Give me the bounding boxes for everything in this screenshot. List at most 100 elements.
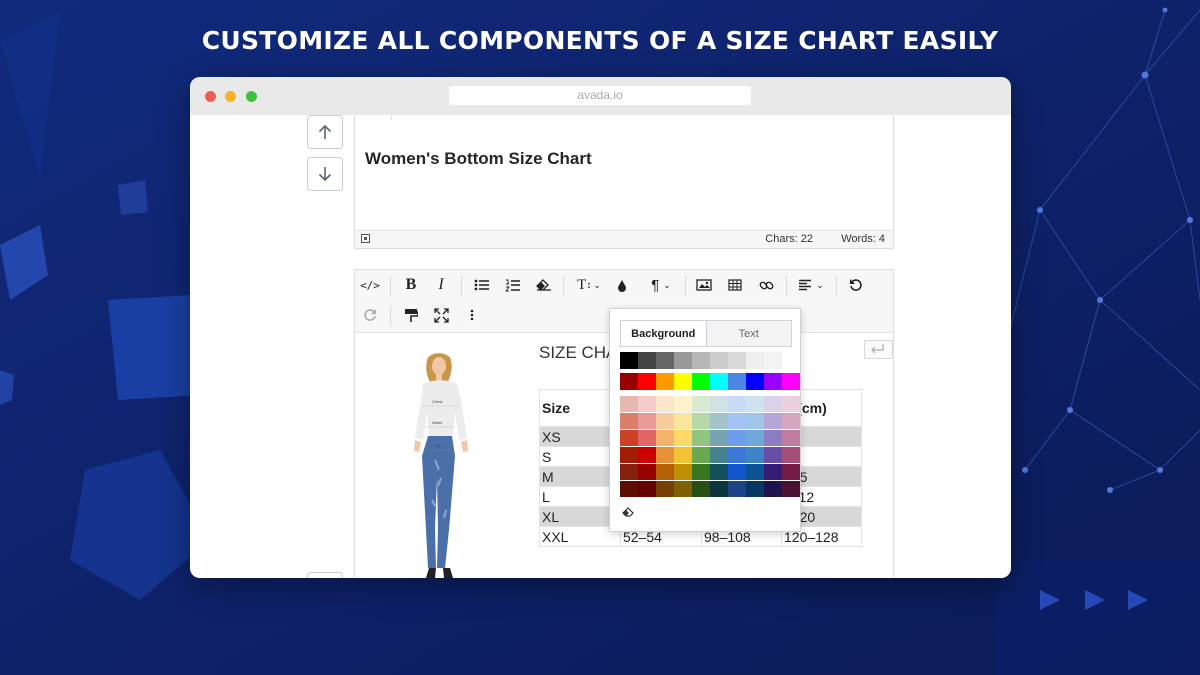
color-swatch[interactable] bbox=[674, 373, 692, 390]
tab-background[interactable]: Background bbox=[621, 321, 707, 346]
color-swatch[interactable] bbox=[782, 373, 800, 390]
title-editor[interactable]: Women's Bottom Size Chart Chars: 22 Word… bbox=[354, 115, 894, 249]
color-swatch[interactable] bbox=[674, 481, 692, 497]
address-bar[interactable]: avada.io bbox=[449, 86, 751, 105]
color-swatch[interactable] bbox=[638, 352, 656, 369]
color-swatch[interactable] bbox=[728, 352, 746, 369]
color-swatch[interactable] bbox=[782, 396, 800, 412]
color-swatch[interactable] bbox=[782, 413, 800, 429]
color-swatch[interactable] bbox=[692, 352, 710, 369]
color-swatch[interactable] bbox=[692, 447, 710, 463]
color-swatch[interactable] bbox=[746, 464, 764, 480]
enter-icon[interactable] bbox=[864, 340, 893, 359]
color-swatch[interactable] bbox=[620, 352, 638, 369]
color-swatch[interactable] bbox=[764, 396, 782, 412]
color-swatch[interactable] bbox=[764, 430, 782, 446]
maximize-window-button[interactable] bbox=[246, 91, 257, 102]
color-swatch[interactable] bbox=[746, 396, 764, 412]
bold-icon[interactable]: B bbox=[403, 274, 419, 296]
align-icon[interactable]: ⌄ bbox=[796, 274, 826, 296]
code-view-icon[interactable]: </> bbox=[360, 274, 380, 296]
tab-text[interactable]: Text bbox=[706, 321, 791, 346]
color-swatch[interactable] bbox=[764, 373, 782, 390]
color-swatch[interactable] bbox=[710, 373, 728, 390]
italic-icon[interactable]: I bbox=[433, 274, 449, 296]
color-swatch[interactable] bbox=[710, 352, 728, 369]
text-color-icon[interactable] bbox=[615, 274, 629, 296]
color-swatch[interactable] bbox=[638, 464, 656, 480]
color-swatch[interactable] bbox=[620, 396, 638, 412]
color-swatch[interactable] bbox=[782, 430, 800, 446]
color-swatch[interactable] bbox=[620, 447, 638, 463]
color-swatch[interactable] bbox=[656, 447, 674, 463]
color-swatch[interactable] bbox=[746, 352, 764, 369]
color-swatch[interactable] bbox=[764, 352, 782, 369]
color-swatch[interactable] bbox=[728, 447, 746, 463]
close-window-button[interactable] bbox=[205, 91, 216, 102]
bottom-control-button[interactable] bbox=[307, 572, 343, 578]
color-swatch[interactable] bbox=[746, 430, 764, 446]
color-swatch[interactable] bbox=[764, 447, 782, 463]
color-swatch[interactable] bbox=[710, 396, 728, 412]
color-swatch[interactable] bbox=[746, 447, 764, 463]
color-swatch[interactable] bbox=[782, 352, 800, 369]
numbered-list-icon[interactable] bbox=[504, 274, 522, 296]
insert-table-icon[interactable] bbox=[726, 274, 744, 296]
color-swatch[interactable] bbox=[620, 464, 638, 480]
insert-link-icon[interactable] bbox=[757, 274, 775, 296]
color-swatch[interactable] bbox=[710, 464, 728, 480]
color-swatch[interactable] bbox=[710, 447, 728, 463]
color-swatch[interactable] bbox=[728, 396, 746, 412]
color-swatch[interactable] bbox=[728, 481, 746, 497]
color-swatch[interactable] bbox=[638, 430, 656, 446]
color-swatch[interactable] bbox=[620, 413, 638, 429]
color-swatch[interactable] bbox=[764, 413, 782, 429]
paragraph-format-icon[interactable]: ¶ ⌄ bbox=[646, 274, 676, 296]
color-swatch[interactable] bbox=[710, 413, 728, 429]
eraser-icon[interactable] bbox=[622, 504, 636, 522]
fullscreen-icon[interactable] bbox=[432, 304, 450, 326]
color-swatch[interactable] bbox=[638, 373, 656, 390]
color-swatch[interactable] bbox=[692, 413, 710, 429]
color-swatch[interactable] bbox=[710, 430, 728, 446]
color-swatch[interactable] bbox=[710, 481, 728, 497]
color-swatch[interactable] bbox=[656, 464, 674, 480]
color-swatch[interactable] bbox=[638, 447, 656, 463]
bullet-list-icon[interactable] bbox=[473, 274, 491, 296]
more-icon[interactable] bbox=[465, 304, 479, 326]
redo-icon[interactable] bbox=[361, 304, 379, 326]
color-swatch[interactable] bbox=[674, 430, 692, 446]
color-swatch[interactable] bbox=[692, 464, 710, 480]
color-swatch[interactable] bbox=[638, 396, 656, 412]
color-swatch[interactable] bbox=[674, 396, 692, 412]
color-swatch[interactable] bbox=[656, 413, 674, 429]
color-swatch[interactable] bbox=[764, 481, 782, 497]
paint-format-icon[interactable] bbox=[402, 304, 420, 326]
size-chart-heading[interactable]: SIZE CHA bbox=[539, 343, 617, 363]
color-swatch[interactable] bbox=[674, 352, 692, 369]
color-swatch[interactable] bbox=[674, 413, 692, 429]
color-swatch[interactable] bbox=[692, 481, 710, 497]
minimize-window-button[interactable] bbox=[225, 91, 236, 102]
color-swatch[interactable] bbox=[728, 464, 746, 480]
move-down-button[interactable] bbox=[307, 157, 343, 191]
color-swatch[interactable] bbox=[728, 430, 746, 446]
color-swatch[interactable] bbox=[638, 481, 656, 497]
color-swatch[interactable] bbox=[782, 481, 800, 497]
font-size-icon[interactable]: T ↕ ⌄ bbox=[574, 274, 604, 296]
color-swatch[interactable] bbox=[620, 481, 638, 497]
color-swatch[interactable] bbox=[620, 430, 638, 446]
resize-icon[interactable] bbox=[361, 234, 370, 243]
color-swatch[interactable] bbox=[782, 464, 800, 480]
color-swatch[interactable] bbox=[692, 396, 710, 412]
color-swatch[interactable] bbox=[638, 413, 656, 429]
undo-icon[interactable] bbox=[847, 274, 865, 296]
color-swatch[interactable] bbox=[692, 373, 710, 390]
color-swatch[interactable] bbox=[746, 373, 764, 390]
color-swatch[interactable] bbox=[764, 464, 782, 480]
color-swatch[interactable] bbox=[746, 413, 764, 429]
color-swatch[interactable] bbox=[674, 447, 692, 463]
color-swatch[interactable] bbox=[656, 373, 674, 390]
color-swatch[interactable] bbox=[728, 413, 746, 429]
color-swatch[interactable] bbox=[656, 481, 674, 497]
